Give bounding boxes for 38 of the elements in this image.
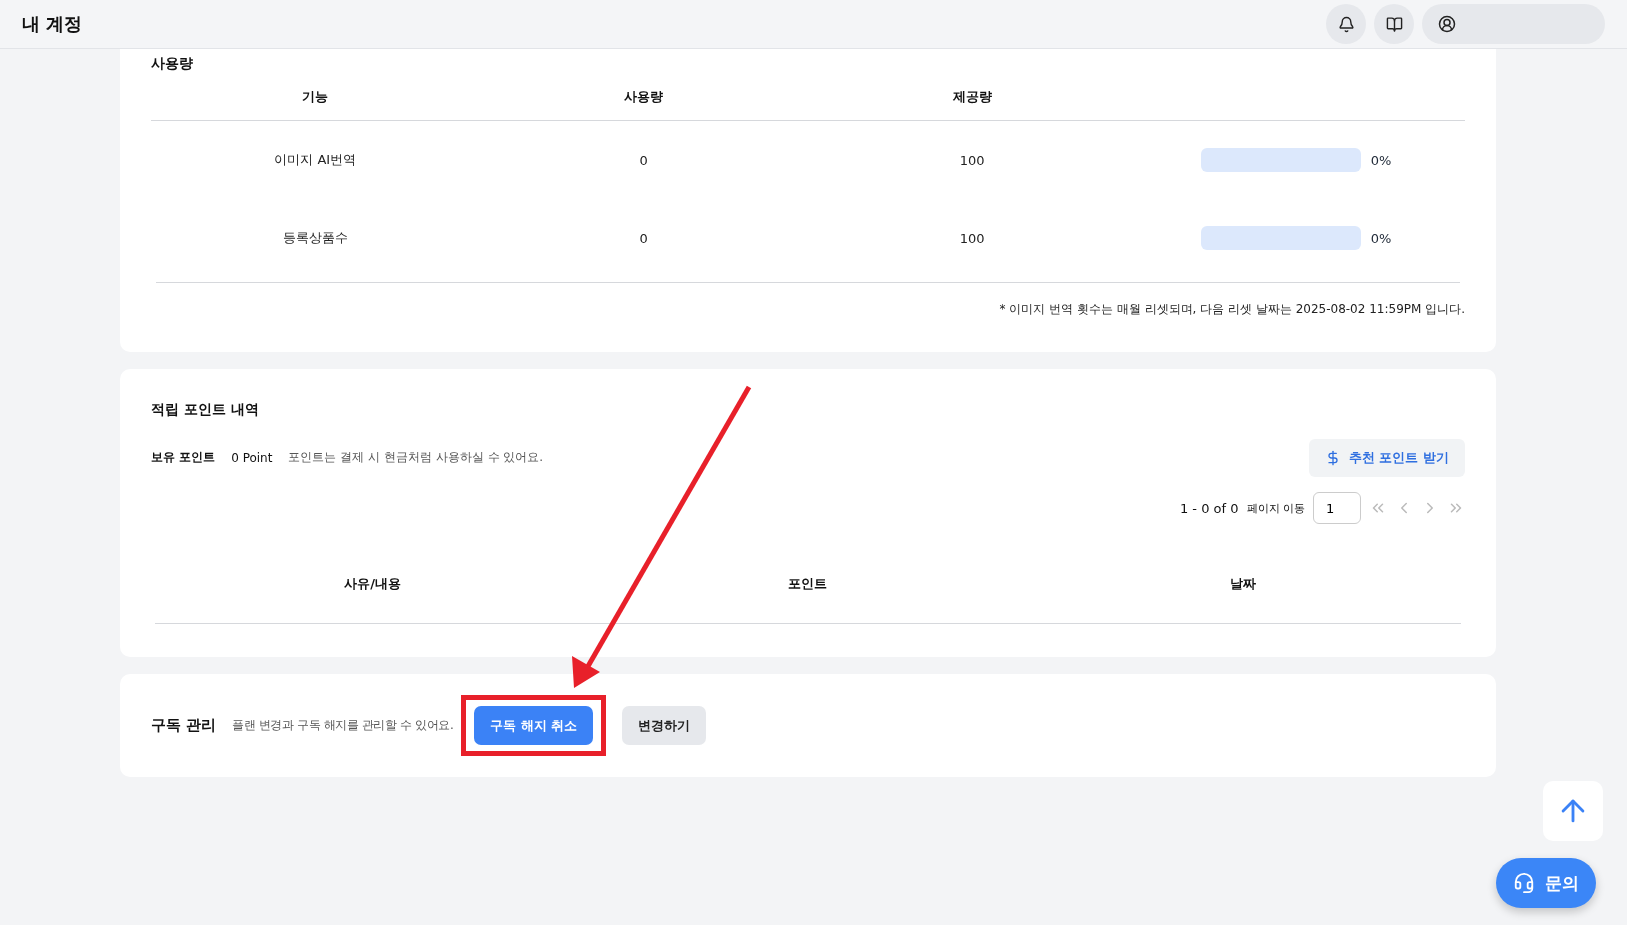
bell-icon xyxy=(1337,15,1355,33)
usage-percent: 0% xyxy=(1370,230,1393,246)
table-cell-text: 이미지 AI번역 xyxy=(273,151,358,169)
book-icon xyxy=(1385,15,1403,33)
subscription-title: 구독 관리 xyxy=(151,716,217,735)
notification-button[interactable] xyxy=(1326,4,1366,44)
page-input[interactable]: 1 xyxy=(1313,492,1361,524)
balance-value: 0 Point xyxy=(231,450,273,465)
guide-button[interactable] xyxy=(1374,4,1414,44)
card-title: 사용량 xyxy=(151,54,194,73)
contact-button[interactable]: 문의 xyxy=(1496,858,1596,908)
page-jump-label: 페이지 이동 xyxy=(1246,500,1305,516)
table-cell-text: 0 xyxy=(638,152,649,168)
referral-points-button[interactable]: 추천 포인트 받기 xyxy=(1308,439,1465,477)
column-header: 사용량 xyxy=(623,87,665,106)
table-cell-text: 등록상품수 xyxy=(281,229,349,247)
cancel-unsubscribe-button[interactable]: 구독 해지 취소 xyxy=(474,706,594,745)
table-cell-text: 0 xyxy=(638,230,649,246)
page-range: 1 - 0 of 0 xyxy=(1179,500,1239,516)
headset-icon xyxy=(1513,872,1535,894)
column-header: 제공량 xyxy=(951,87,993,106)
points-description: 포인트는 결제 시 현금처럼 사용하실 수 있어요. xyxy=(288,449,544,466)
column-header: 사유/내용 xyxy=(343,574,403,593)
table-cell-text: 100 xyxy=(958,152,986,168)
table-cell-text: 100 xyxy=(958,230,986,246)
scroll-top-button[interactable] xyxy=(1543,781,1603,841)
column-header: 날짜 xyxy=(1229,574,1258,593)
subscription-description: 플랜 변경과 구독 해지를 관리할 수 있어요. xyxy=(232,717,454,734)
page-title: 내 계정 xyxy=(22,12,83,36)
card-title: 적립 포인트 내역 xyxy=(151,400,260,419)
usage-percent: 0% xyxy=(1370,152,1393,168)
reset-note: * 이미지 번역 횟수는 매월 리셋되며, 다음 리셋 날짜는 2025-08-02 11:59PM 입니다. xyxy=(998,301,1465,318)
column-header: 포인트 xyxy=(787,574,829,593)
user-icon xyxy=(1438,15,1456,33)
profile-button[interactable] xyxy=(1422,4,1605,44)
column-header: 기능 xyxy=(301,87,330,106)
balance-label: 보유 포인트 xyxy=(151,449,216,466)
change-plan-button[interactable]: 변경하기 xyxy=(622,706,707,745)
